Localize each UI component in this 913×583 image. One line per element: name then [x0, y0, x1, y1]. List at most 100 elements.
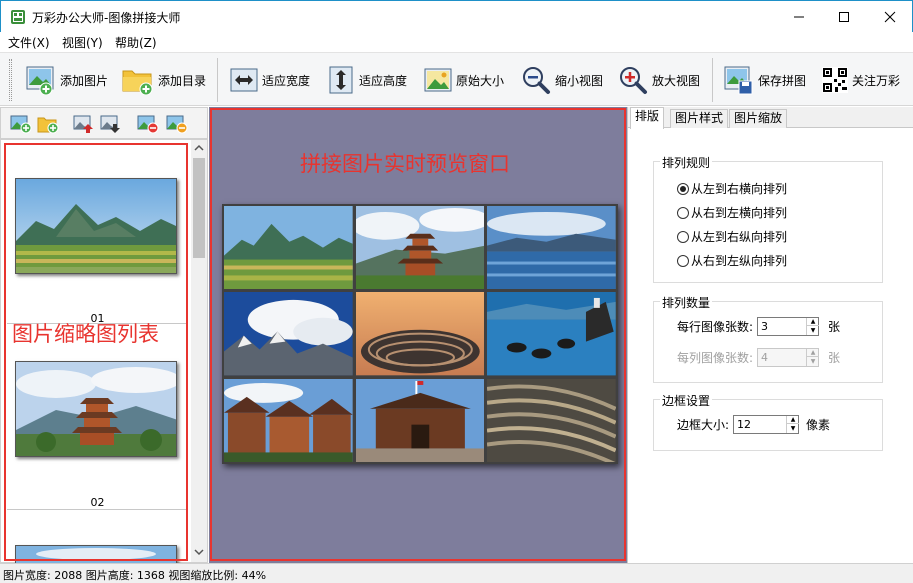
original-size-button[interactable]: 原始大小	[424, 61, 504, 99]
status-text: 图片宽度: 2088 图片高度: 1368 视图缩放比例: 44%	[3, 569, 267, 582]
radio-button[interactable]	[677, 254, 689, 267]
radio-label: 从右到左纵向排列	[691, 254, 788, 268]
menu-file[interactable]: 文件(X)	[8, 34, 50, 51]
radio-label: 从左到右纵向排列	[691, 230, 788, 244]
toolbar-separator	[712, 58, 713, 102]
scroll-up-icon[interactable]	[194, 144, 204, 152]
minimize-icon	[794, 16, 804, 18]
zoom-out-label: 缩小视图	[555, 73, 604, 88]
per-col-label: 每列图像张数:	[677, 351, 754, 365]
list-item[interactable]	[7, 512, 188, 565]
fit-width-button[interactable]: 适应宽度	[230, 61, 310, 99]
tab-layout[interactable]: 排版	[630, 107, 665, 129]
mosaic-tile	[487, 206, 616, 290]
border-size-label: 边框大小:	[677, 418, 730, 432]
fit-height-button[interactable]: 适应高度	[327, 61, 407, 99]
radio-button[interactable]	[677, 206, 689, 219]
add-folder-small-icon[interactable]	[37, 114, 59, 134]
border-size-stepper[interactable]: 12 ▲ ▼	[733, 415, 800, 434]
mosaic-tile	[224, 292, 353, 376]
move-up-icon[interactable]	[73, 114, 95, 134]
add-folder-label: 添加目录	[158, 73, 207, 88]
close-icon	[884, 11, 896, 23]
tab-image-style[interactable]: 图片样式	[670, 109, 729, 128]
status-bar: 图片宽度: 2088 图片高度: 1368 视图缩放比例: 44%	[0, 563, 913, 583]
menu-bar: 文件(X) 视图(Y) 帮助(Z)	[0, 32, 913, 52]
follow-wancai-button[interactable]: 关注万彩	[822, 61, 900, 99]
radio-left-right-horizontal[interactable]: 从左到右横向排列	[677, 180, 787, 197]
mosaic-tile	[487, 378, 616, 462]
radio-button[interactable]	[677, 230, 689, 243]
radio-left-right-vertical[interactable]: 从左到右纵向排列	[677, 228, 787, 245]
minimize-button[interactable]	[776, 1, 822, 33]
per-col-unit: 张	[828, 351, 841, 365]
mosaic-tile	[224, 206, 353, 290]
app-icon	[11, 10, 25, 24]
border-settings-group: 边框设置 边框大小: 12 ▲ ▼ 像素	[653, 392, 883, 451]
add-image-small-icon[interactable]	[10, 114, 32, 134]
zoom-in-icon	[620, 67, 647, 94]
radio-label: 从右到左横向排列	[691, 206, 788, 220]
per-row-unit: 张	[828, 320, 841, 334]
add-image-icon	[26, 66, 54, 95]
original-size-label: 原始大小	[456, 73, 505, 88]
radio-label: 从左到右横向排列	[691, 182, 788, 196]
fit-height-icon	[329, 66, 353, 94]
clear-images-icon[interactable]	[166, 114, 188, 134]
toolbar-grip[interactable]	[9, 59, 12, 101]
move-down-icon[interactable]	[100, 114, 122, 134]
zoom-out-button[interactable]: 缩小视图	[521, 61, 603, 99]
border-size-field: 边框大小: 12 ▲ ▼ 像素	[677, 415, 830, 434]
scroll-thumb[interactable]	[193, 158, 205, 258]
radio-button[interactable]	[677, 182, 689, 195]
save-mosaic-icon	[724, 66, 753, 95]
thumbnail-label: 02	[90, 496, 105, 509]
fit-height-label: 适应高度	[359, 73, 408, 88]
thumbnail-toolbar	[0, 107, 208, 139]
arrange-count-group: 排列数量 每行图像张数: 3 ▲ ▼ 张 每列图像张数: 4 ▲ ▼ 张	[653, 294, 883, 383]
per-row-label: 每行图像张数:	[677, 320, 754, 334]
per-col-field: 每列图像张数: 4 ▲ ▼ 张	[677, 348, 840, 367]
window-title: 万彩办公大师-图像拼接大师	[32, 11, 181, 25]
arrange-rule-group: 排列规则 从左到右横向排列 从右到左横向排列 从左到右纵向排列 从右到左纵向排列	[653, 154, 883, 283]
add-folder-icon	[122, 70, 153, 95]
per-col-value: 4	[761, 351, 769, 364]
per-row-value[interactable]: 3	[761, 320, 768, 333]
menu-help[interactable]: 帮助(Z)	[115, 34, 157, 51]
radio-right-left-vertical[interactable]: 从右到左纵向排列	[677, 252, 787, 269]
remove-image-icon[interactable]	[137, 114, 159, 134]
list-item[interactable]: 02	[7, 324, 188, 510]
tab-image-scale[interactable]: 图片缩放	[729, 109, 788, 128]
border-size-value[interactable]: 12	[737, 418, 751, 431]
lake-thumbnail	[15, 545, 177, 565]
stepper-up-icon[interactable]: ▲	[787, 416, 800, 424]
zoom-in-button[interactable]: 放大视图	[618, 61, 700, 99]
settings-tabs: 排版 图片样式 图片缩放	[628, 107, 913, 129]
zoom-in-label: 放大视图	[652, 73, 701, 88]
preview-annotation-text: 拼接图片实时预览窗口	[300, 152, 510, 176]
menu-view[interactable]: 视图(Y)	[62, 34, 103, 51]
per-row-field: 每行图像张数: 3 ▲ ▼ 张	[677, 317, 840, 336]
stepper-down-icon[interactable]: ▼	[807, 326, 819, 334]
stepper-up-icon[interactable]: ▲	[807, 318, 820, 326]
add-folder-button[interactable]: 添加目录	[122, 61, 206, 99]
mosaic-tile	[487, 292, 616, 376]
list-item[interactable]: 01	[7, 142, 188, 325]
maximize-button[interactable]	[821, 1, 867, 33]
fit-width-icon	[230, 68, 258, 92]
add-image-label: 添加图片	[60, 73, 109, 88]
settings-panel: 排版 图片样式 图片缩放 排列规则 从左到右横向排列 从右到左横向排列 从左到右…	[627, 107, 913, 563]
toolbar-separator	[217, 58, 218, 102]
original-size-icon	[424, 68, 452, 92]
save-mosaic-button[interactable]: 保存拼图	[724, 61, 806, 99]
per-row-stepper[interactable]: 3 ▲ ▼	[757, 317, 820, 336]
stepper-down-icon[interactable]: ▼	[787, 424, 799, 432]
scroll-down-icon[interactable]	[194, 548, 204, 556]
radio-right-left-horizontal[interactable]: 从右到左横向排列	[677, 204, 787, 221]
add-image-button[interactable]: 添加图片	[26, 61, 108, 99]
mosaic-preview	[222, 204, 618, 464]
thumbnail-list[interactable]: 01 02	[0, 139, 208, 565]
stepper-up-icon: ▲	[807, 349, 820, 357]
thumbnail-scrollbar[interactable]	[191, 140, 207, 562]
close-button[interactable]	[867, 1, 913, 33]
